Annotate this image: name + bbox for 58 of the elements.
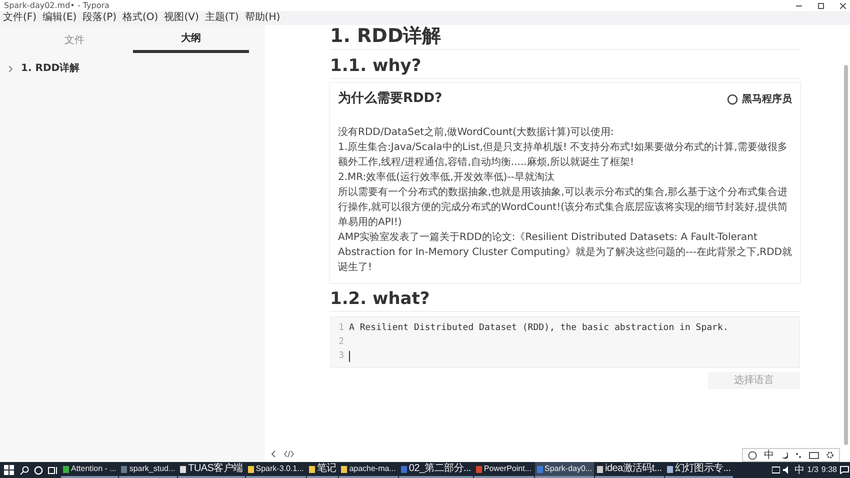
taskbar-app[interactable]: spark_stud... (119, 462, 178, 478)
search-icon[interactable] (20, 466, 29, 474)
emoji-icon[interactable] (748, 450, 757, 460)
tray-time: 9:38 (821, 464, 837, 476)
image-title: 为什么需要RDD? (338, 90, 442, 108)
menu-item[interactable]: 帮助(H) (244, 13, 280, 23)
section-heading: 1.1. why? (330, 56, 800, 80)
source-code-icon[interactable] (284, 450, 294, 458)
restore-icon[interactable] (818, 2, 824, 8)
taskbar-app[interactable]: 幻灯图示专... (664, 462, 733, 478)
taskbar-app[interactable]: PowerPoint... (474, 462, 534, 478)
taskbar-app[interactable]: apache-ma... (339, 462, 398, 478)
line-number: 3 (338, 350, 345, 363)
taskbar-app[interactable]: idea激活码t... (595, 462, 664, 478)
logo: 黑马程序员 (727, 92, 792, 107)
network-icon[interactable] (772, 466, 780, 474)
line-number: 2 (338, 336, 345, 349)
sidebar-tab[interactable]: 大纲 (132, 25, 249, 53)
moon-icon[interactable] (781, 451, 788, 459)
task-view-icon[interactable] (48, 466, 58, 474)
taskbar-app[interactable]: 笔记 (306, 462, 338, 478)
menu-item[interactable]: 编辑(E) (42, 13, 77, 23)
close-icon[interactable] (840, 2, 846, 8)
paragraph: 所以需要有一个分布式的数据抽象,也就是用该抽象,可以表示分布式的集合,那么基于这个分布式集合进行操作,就可以很方便的完成分布式的WordCount!(该分布式集合底层应该将实现的细节封装好,提供简单易用的API!) (338, 186, 789, 230)
section-heading: 1.2. what? (330, 288, 800, 312)
windows-start-icon[interactable] (4, 465, 14, 475)
scrollbar[interactable] (844, 65, 848, 445)
code-line: A Resilient Distributed Dataset (RDD), the basic abstraction in Spark. (349, 322, 728, 335)
chevron-left-icon[interactable] (271, 450, 276, 458)
notification-icon[interactable] (840, 466, 849, 474)
menu-item[interactable]: 格式(O) (122, 13, 158, 23)
circle-icon[interactable] (34, 466, 43, 474)
taskbar-app[interactable]: TUAS客户端 (178, 462, 245, 478)
taskbar-app[interactable]: Attention - ... (61, 462, 118, 478)
menu-item[interactable]: 文件(F) (3, 13, 37, 23)
paragraph: 没有RDD/DataSet之前,做WordCount(大数据计算)可以使用: (338, 126, 615, 140)
chevron-icon[interactable] (8, 66, 13, 72)
input-indicator[interactable]: 中 (794, 462, 804, 478)
settings-icon[interactable] (826, 451, 834, 459)
paragraph: AMP实验室发表了一篇关于RDD的论文:《Resilient Distributed Datasets: A Fault-Tolerant Abstraction for In-Memory Cluster Computing》就是为了解决这些问题的---在此背景之下,RDD就诞生了! (338, 230, 792, 275)
keyboard-icon[interactable] (809, 452, 819, 458)
menu-item[interactable]: 主题(T) (204, 13, 239, 23)
minimize-icon[interactable] (796, 2, 802, 8)
paragraph: 2.MR:效率低(运行效率低,开发效率低)--早就淘汰 (338, 170, 556, 185)
tray-date: 1/3 (807, 464, 818, 476)
taskbar-app[interactable]: Spark-3.0.1... (246, 462, 306, 478)
menu-item[interactable]: 视图(V) (164, 13, 199, 23)
punctuation-icon[interactable] (795, 452, 802, 458)
paragraph: 1.原生集合:Java/Scala中的List,但是只支持单机版! 不支持分布式!如果要做分布式的计算,需要做很多额外工作,线程/进程通信,容错,自动均衡.....麻烦,所以就诞生了框架! (338, 140, 788, 170)
input-mode[interactable]: 中 (764, 448, 774, 462)
outline-item[interactable]: 1. RDD详解 (21, 61, 80, 76)
menu-item[interactable]: 段落(P) (82, 13, 117, 23)
code-block[interactable]: 1 A Resilient Distributed Dataset (RDD), the basic abstraction in Spark. 2 3 (330, 316, 800, 368)
taskbar-app[interactable]: Spark-day0... (534, 462, 594, 478)
window-title: Spark-day02.md• - Typora (4, 2, 110, 10)
line-number: 1 (338, 322, 345, 335)
document-title: 1. RDD详解 (330, 25, 800, 50)
taskbar-app[interactable]: 02_第二部分... (398, 462, 473, 478)
